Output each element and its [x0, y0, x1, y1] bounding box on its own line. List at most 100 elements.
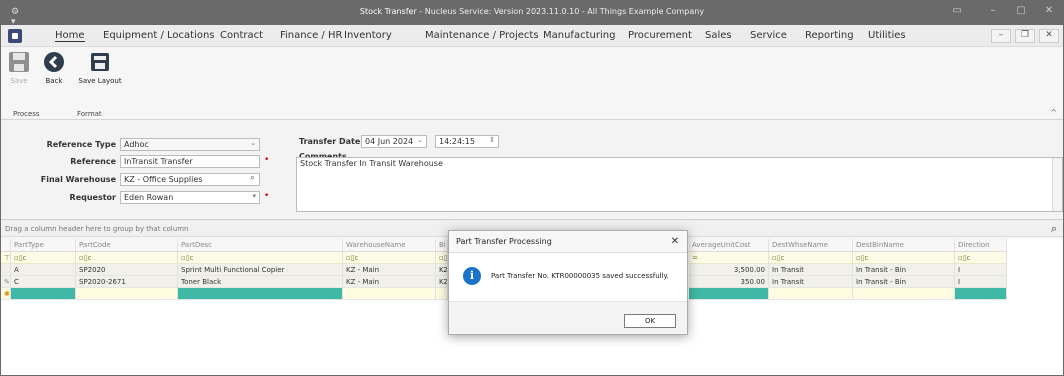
transfer-time-input[interactable]: 14:24:15 ⇕	[435, 135, 499, 148]
minimize-button[interactable]: –	[991, 29, 1011, 43]
save-layout-button[interactable]: Save Layout	[78, 51, 122, 85]
menu-inventory[interactable]: Inventory	[344, 30, 392, 41]
new-cell-parttype[interactable]	[11, 288, 76, 300]
new-row-icon: ✱	[1, 288, 11, 300]
close-window-button[interactable]: ✕	[1041, 5, 1057, 19]
reference-type-select[interactable]: Adhoc ⌄	[120, 138, 260, 151]
save-layout-icon	[91, 53, 109, 71]
col-destbinname[interactable]: DestBinName	[853, 239, 955, 252]
cell-parttype[interactable]: C	[11, 276, 76, 288]
transfer-date-input[interactable]: 04 Jun 2024 ⌄	[361, 135, 427, 148]
final-warehouse-input[interactable]: KZ - Office Supplies ⌕	[120, 173, 260, 186]
new-cell-destwhsename[interactable]	[769, 288, 853, 300]
reference-type-value: Adhoc	[124, 140, 149, 149]
ok-button[interactable]: OK	[624, 314, 676, 328]
window-title: Stock Transfer - Nucleus Service: Versio…	[1, 7, 1063, 16]
cell-partdesc[interactable]: Toner Black	[178, 276, 343, 288]
group-process-label: Process	[13, 110, 40, 118]
menu-finance-hr[interactable]: Finance / HR	[280, 30, 342, 41]
cell-parttype[interactable]: A	[11, 264, 76, 276]
message-dialog: Part Transfer Processing ✕ i Part Transf…	[448, 230, 688, 335]
menu-utilities[interactable]: Utilities	[868, 30, 906, 41]
reference-type-label: Reference Type	[46, 140, 116, 149]
filter-icon[interactable]: ⊤	[1, 252, 11, 264]
chevron-down-icon: ▾	[252, 192, 256, 200]
new-cell-averageunitcost[interactable]	[689, 288, 769, 300]
row-indicator-header	[1, 239, 11, 252]
new-cell-partcode[interactable]	[76, 288, 178, 300]
app-menu-icon[interactable]	[8, 29, 22, 43]
close-button[interactable]: ✕	[1039, 29, 1059, 43]
menu-bar: Home Equipment / Locations Contract Fina…	[1, 25, 1063, 47]
filter-partdesc[interactable]: ▫▯c	[178, 252, 343, 264]
new-cell-bin[interactable]	[436, 288, 448, 300]
col-destwhsename[interactable]: DestWhseName	[769, 239, 853, 252]
menu-procurement[interactable]: Procurement	[628, 30, 692, 41]
cell-destbinname[interactable]: In Transit - Bin	[853, 264, 955, 276]
cell-direction[interactable]: I	[955, 264, 1007, 276]
menu-maintenance-projects[interactable]: Maintenance / Projects	[425, 30, 539, 41]
menu-home[interactable]: Home	[55, 30, 85, 42]
menu-contract[interactable]: Contract	[220, 30, 263, 41]
transfer-form: Reference Type Adhoc ⌄ Reference InTrans…	[1, 121, 1063, 217]
col-bin[interactable]: Bi	[436, 239, 448, 252]
dialog-title: Part Transfer Processing	[456, 237, 552, 246]
filter-bin[interactable]: ▫▯c	[436, 252, 448, 264]
cell-bin[interactable]: KZ	[436, 276, 448, 288]
restore-button[interactable]: ❐	[1015, 29, 1035, 43]
col-partdesc[interactable]: PartDesc	[178, 239, 343, 252]
filter-destbinname[interactable]: ▫▯c	[853, 252, 955, 264]
cell-bin[interactable]: KZ	[436, 264, 448, 276]
menu-service[interactable]: Service	[750, 30, 787, 41]
filter-averageunitcost[interactable]: =	[689, 252, 769, 264]
filter-warehousename[interactable]: ▫▯c	[343, 252, 436, 264]
comments-textarea[interactable]: Stock Transfer In Transit Warehouse	[296, 157, 1063, 212]
cell-direction[interactable]: I	[955, 276, 1007, 288]
filter-destwhsename[interactable]: ▫▯c	[769, 252, 853, 264]
spin-icon[interactable]: ⇕	[489, 136, 495, 144]
search-icon[interactable]: ⌕	[250, 174, 255, 183]
cell-destbinname[interactable]: In Transit - Bin	[853, 276, 955, 288]
restore-window-icon[interactable]: ▭	[949, 5, 965, 19]
col-averageunitcost[interactable]: AverageUnitCost	[689, 239, 769, 252]
reference-input[interactable]: InTransit Transfer	[120, 155, 260, 168]
final-warehouse-value: KZ - Office Supplies	[124, 175, 203, 184]
cell-partcode[interactable]: SP2020	[76, 264, 178, 276]
menu-sales[interactable]: Sales	[705, 30, 732, 41]
title-bar: ⚙ ▾ Stock Transfer - Nucleus Service: Ve…	[1, 1, 1063, 27]
filter-direction[interactable]: ▫▯c	[955, 252, 1007, 264]
maximize-window-button[interactable]: ▢	[1013, 5, 1029, 19]
save-button[interactable]: Save	[7, 51, 31, 85]
minimize-window-button[interactable]: –	[985, 5, 1001, 19]
cell-warehousename[interactable]: KZ - Main	[343, 276, 436, 288]
new-cell-direction[interactable]	[955, 288, 1007, 300]
collapse-ribbon-icon[interactable]: ^	[1050, 108, 1057, 117]
cell-partdesc[interactable]: Sprint Multi Functional Copier	[178, 264, 343, 276]
menu-manufacturing[interactable]: Manufacturing	[543, 30, 615, 41]
comments-scrollbar[interactable]	[1052, 158, 1062, 211]
close-icon[interactable]: ✕	[671, 236, 679, 247]
search-icon[interactable]: ⌕	[1051, 222, 1057, 236]
window-title-rest: - Nucleus Service: Version 2023.11.0.10 …	[416, 7, 705, 16]
requestor-select[interactable]: Eden Rowan ▾	[120, 191, 260, 204]
menu-equipment-locations[interactable]: Equipment / Locations	[103, 30, 215, 41]
new-cell-warehousename[interactable]	[343, 288, 436, 300]
menu-reporting[interactable]: Reporting	[805, 30, 854, 41]
col-direction[interactable]: Direction	[955, 239, 1007, 252]
filter-parttype[interactable]: ▫▯c	[11, 252, 76, 264]
col-warehousename[interactable]: WarehouseName	[343, 239, 436, 252]
requestor-value: Eden Rowan	[124, 193, 174, 202]
cell-averageunitcost[interactable]: 350.00	[689, 276, 769, 288]
filter-partcode[interactable]: ▫▯c	[76, 252, 178, 264]
cell-destwhsename[interactable]: In Transit	[769, 264, 853, 276]
new-cell-destbinname[interactable]	[853, 288, 955, 300]
back-button[interactable]: Back	[42, 51, 66, 85]
cell-averageunitcost[interactable]: 3,500.00	[689, 264, 769, 276]
cell-warehousename[interactable]: KZ - Main	[343, 264, 436, 276]
comments-value: Stock Transfer In Transit Warehouse	[300, 159, 443, 168]
new-cell-partdesc[interactable]	[178, 288, 343, 300]
cell-destwhsename[interactable]: In Transit	[769, 276, 853, 288]
col-parttype[interactable]: PartType	[11, 239, 76, 252]
col-partcode[interactable]: PartCode	[76, 239, 178, 252]
cell-partcode[interactable]: SP2020-2671	[76, 276, 178, 288]
